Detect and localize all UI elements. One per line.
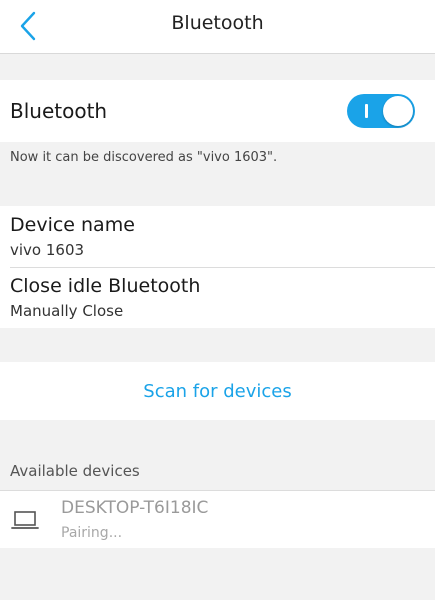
discoverable-note: Now it can be discovered as "vivo 1603". — [10, 150, 278, 165]
close-idle-item[interactable]: Close idle Bluetooth Manually Close — [0, 267, 435, 328]
device-status: Pairing... — [61, 525, 123, 541]
available-devices-header: Available devices — [10, 462, 140, 480]
available-device-item[interactable]: DESKTOP-T6I18IC Pairing... — [0, 490, 435, 548]
scan-section: Scan for devices — [0, 362, 435, 420]
bluetooth-settings-screen: Bluetooth Bluetooth Now it can be discov… — [0, 0, 435, 600]
close-idle-title: Close idle Bluetooth — [10, 275, 201, 297]
page-title: Bluetooth — [171, 12, 264, 34]
top-bar: Bluetooth — [0, 0, 435, 54]
bluetooth-label: Bluetooth — [10, 99, 108, 123]
scan-for-devices-button[interactable]: Scan for devices — [0, 362, 435, 420]
laptop-icon — [11, 509, 39, 531]
toggle-knob — [383, 96, 413, 126]
close-idle-value: Manually Close — [10, 302, 124, 320]
toggle-on-indicator — [365, 104, 368, 118]
device-name-value: vivo 1603 — [10, 241, 85, 259]
device-info-section: Device name vivo 1603 Close idle Bluetoo… — [0, 206, 435, 328]
bluetooth-toggle[interactable] — [347, 94, 415, 128]
device-name: DESKTOP-T6I18IC — [61, 498, 209, 518]
device-name-item[interactable]: Device name vivo 1603 — [0, 206, 435, 267]
device-name-title: Device name — [10, 214, 135, 236]
bluetooth-toggle-row[interactable]: Bluetooth — [0, 80, 435, 142]
